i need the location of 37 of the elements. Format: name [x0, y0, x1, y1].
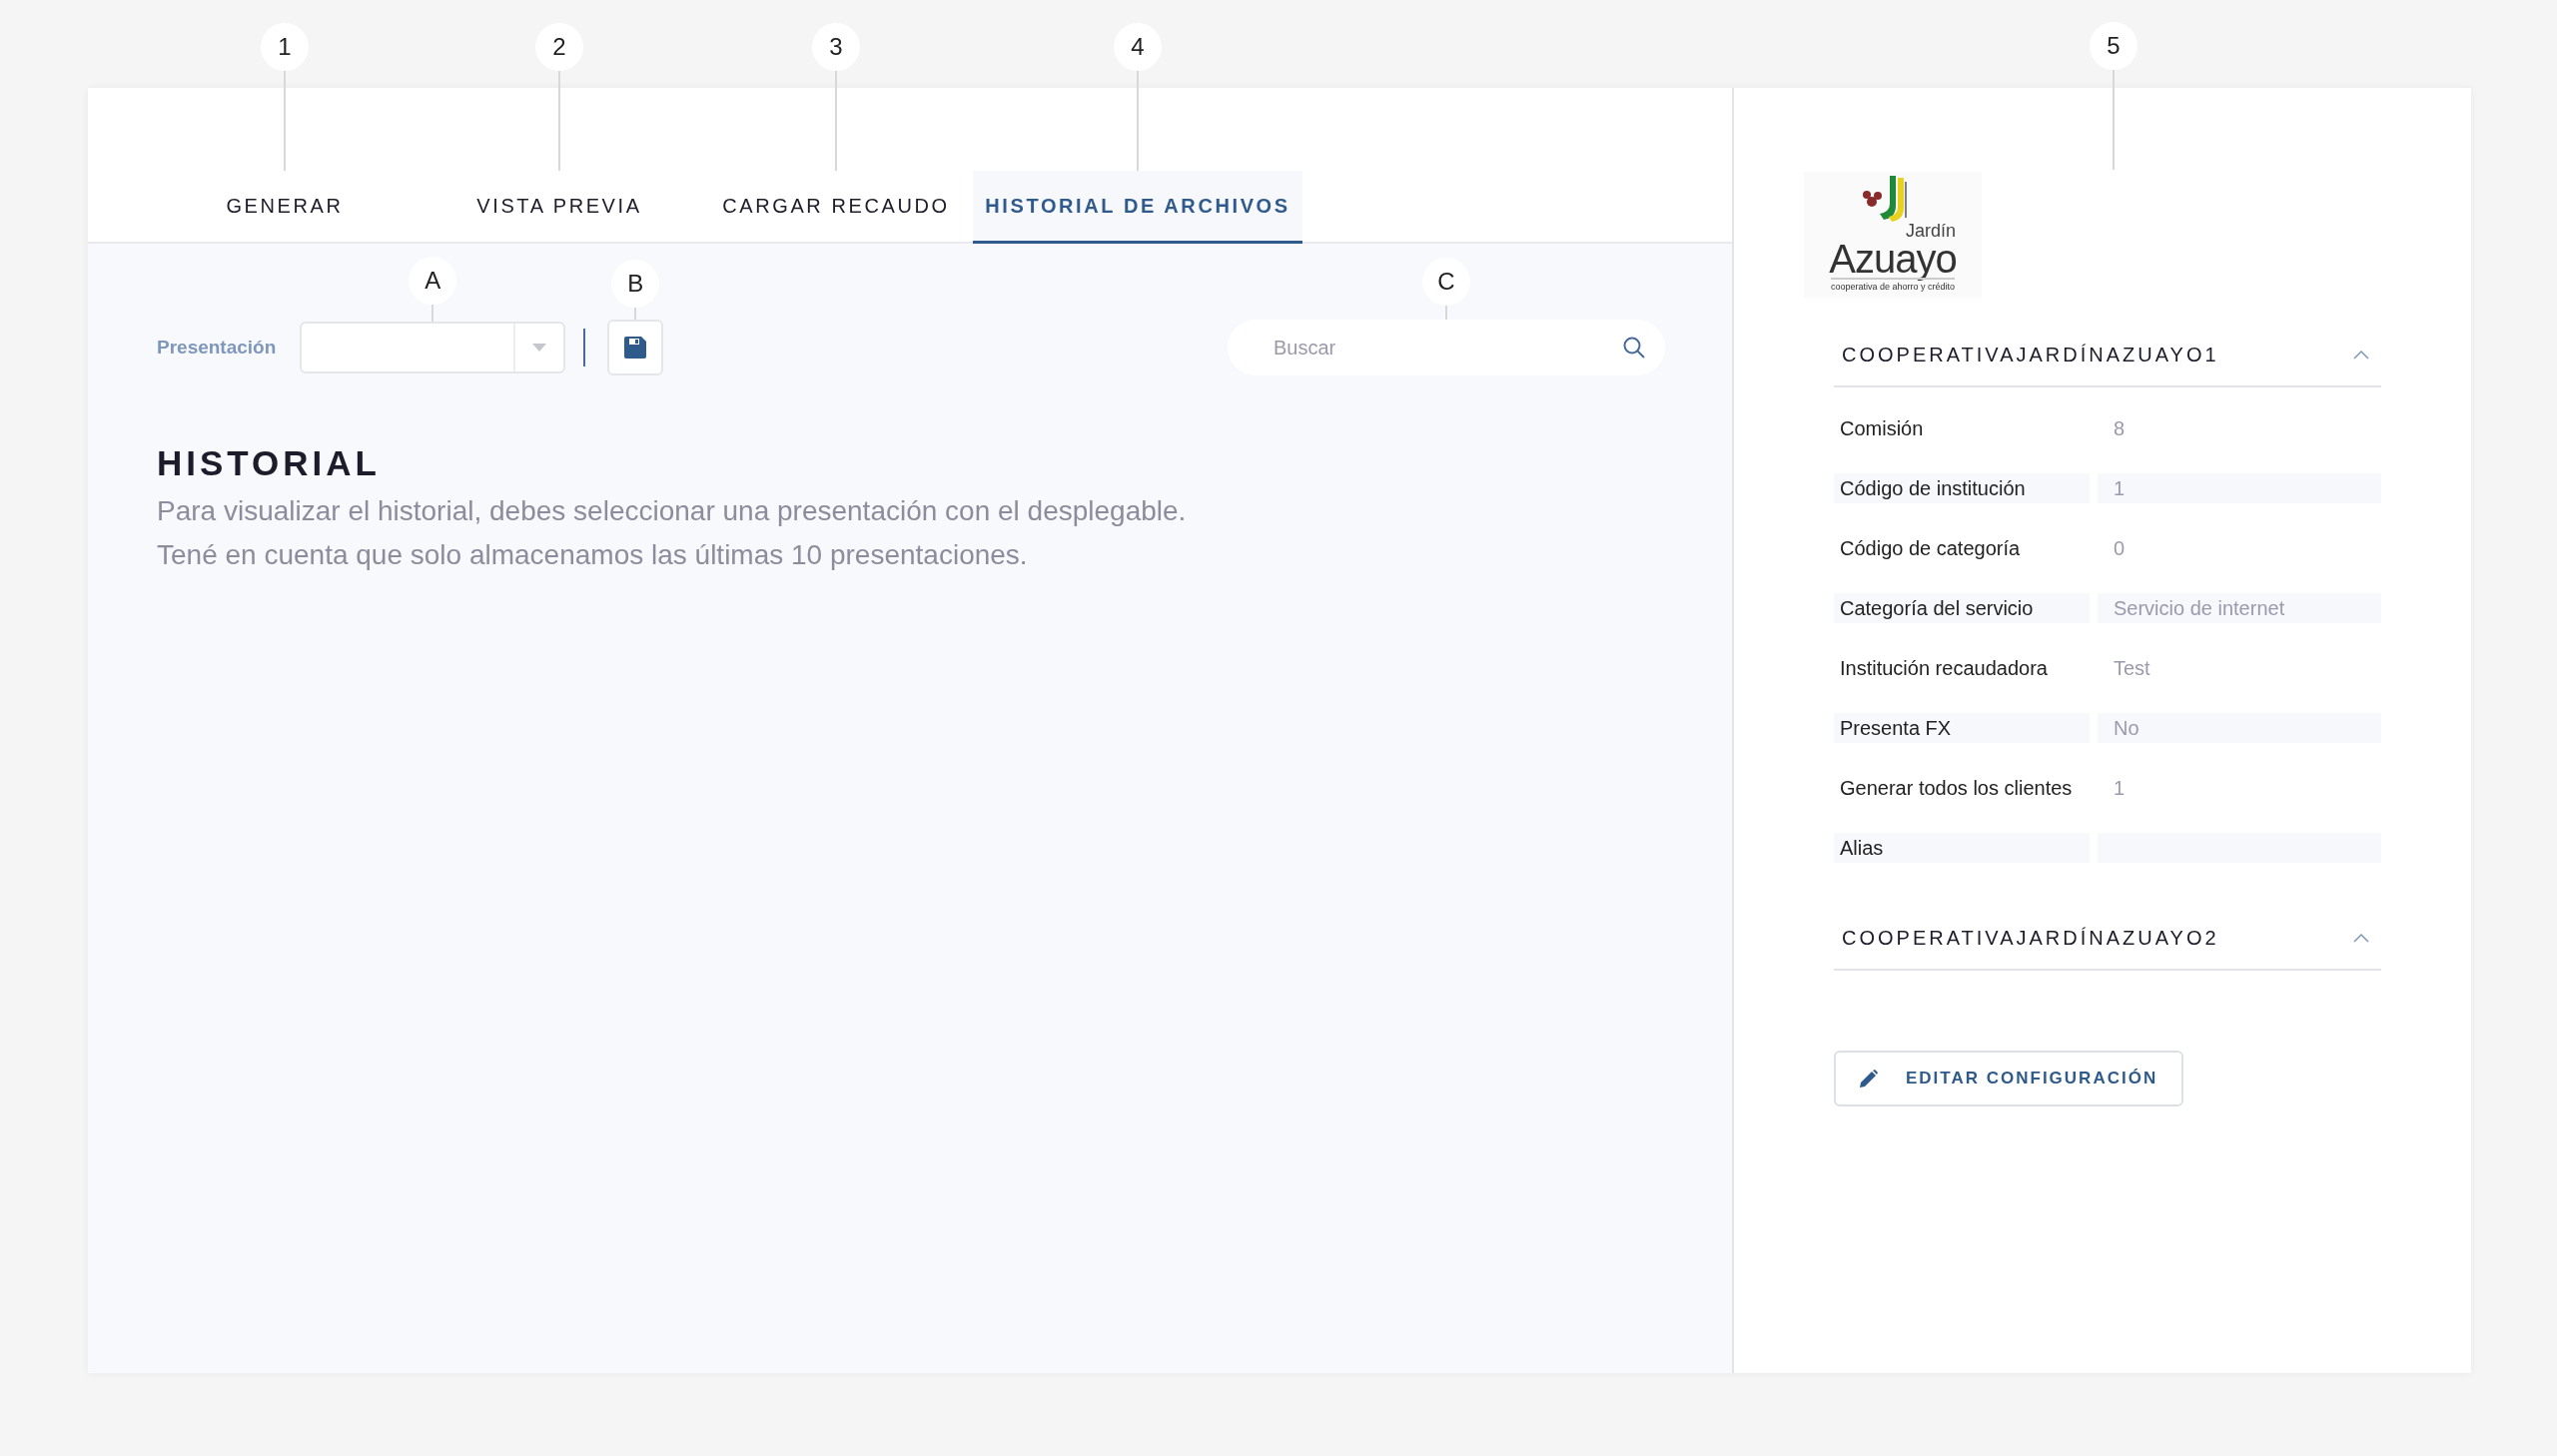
property-value: 1 — [2113, 476, 2126, 500]
property-label: Código de categoría — [1840, 536, 2021, 560]
info-text: Tené en cuenta que solo almacenamos las últimas 10 presentaciones. — [157, 538, 1029, 572]
callout-marker: 2 — [535, 23, 583, 71]
property-value: 0 — [2113, 536, 2126, 560]
property-value: 8 — [2113, 416, 2126, 440]
logo-text: Jardín — [1905, 222, 1956, 240]
property-value: Servicio de internet — [2113, 596, 2285, 620]
search-field[interactable]: Buscar — [1228, 320, 1665, 375]
property-label: Código de institución — [1840, 476, 2026, 500]
callout-marker: 4 — [1114, 23, 1162, 71]
tab[interactable]: GENERAR — [150, 171, 420, 244]
tab[interactable]: HISTORIAL DE ARCHIVOS — [973, 171, 1302, 244]
callout-marker: 1 — [261, 23, 309, 71]
property-label: Comisión — [1840, 416, 1924, 440]
section-header[interactable]: COOPERATIVAJARDÍNAZUAYO2 — [1834, 907, 2381, 971]
property-label: Alias — [1840, 836, 1884, 860]
callout-marker: B — [611, 260, 660, 308]
callout-marker: A — [409, 257, 457, 305]
property-value: 1 — [2113, 776, 2126, 800]
field-label: Presentación — [157, 337, 277, 359]
property-label: Presenta FX — [1840, 716, 1952, 740]
tab[interactable]: VISTA PREVIA — [420, 171, 699, 244]
callout-marker: 3 — [812, 23, 860, 71]
edit-configuration-button[interactable]: EDITAR CONFIGURACIÓN — [1834, 1051, 2184, 1106]
property-label: Categoría del servicio — [1840, 596, 2034, 620]
callout-marker: C — [1422, 258, 1470, 306]
property-label: Generar todos los clientes — [1840, 776, 2073, 800]
property-value: Test — [2113, 656, 2150, 680]
info-text: Para visualizar el historial, debes seleccionar una presentación con el desplegable. — [157, 494, 1188, 528]
callout-marker: 5 — [2090, 22, 2137, 70]
property-label: Institución recaudadora — [1840, 656, 2048, 680]
section-heading: HISTORIAL — [157, 443, 382, 483]
logo-tagline: cooperativa de ahorro y crédito — [1830, 278, 1956, 292]
section-header[interactable]: COOPERATIVAJARDÍNAZUAYO1 — [1834, 324, 2381, 387]
tab[interactable]: CARGAR RECAUDO — [699, 171, 973, 244]
property-value: No — [2113, 716, 2139, 740]
